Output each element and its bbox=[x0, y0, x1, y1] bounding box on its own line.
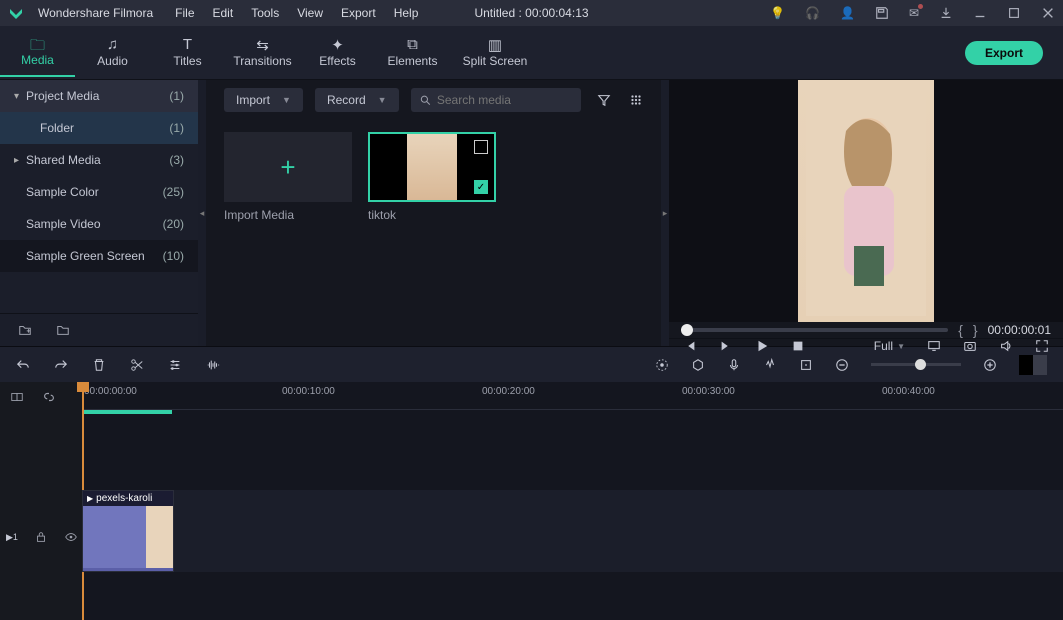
sidebar-item-sample-video[interactable]: Sample Video(20) bbox=[0, 208, 198, 240]
sidebar-item-project-media[interactable]: ▾Project Media(1) bbox=[0, 80, 198, 112]
app-name: Wondershare Filmora bbox=[38, 6, 153, 20]
zoom-slider-handle[interactable] bbox=[915, 359, 926, 370]
play-icon[interactable] bbox=[755, 339, 769, 353]
headphones-icon[interactable]: 🎧 bbox=[805, 6, 820, 20]
menu-file[interactable]: File bbox=[175, 6, 194, 20]
media-tile-tiktok[interactable]: ✓ tiktok bbox=[368, 132, 496, 222]
preview-viewport bbox=[669, 80, 1063, 322]
marker-icon[interactable] bbox=[691, 358, 705, 372]
document-title: Untitled : 00:00:04:13 bbox=[474, 6, 588, 20]
undo-icon[interactable] bbox=[16, 358, 30, 372]
match-icon[interactable] bbox=[10, 390, 24, 404]
next-frame-icon[interactable] bbox=[719, 339, 733, 353]
filmstrip-icon bbox=[474, 140, 488, 154]
tab-transitions[interactable]: ⇆Transitions bbox=[225, 30, 300, 76]
stop-icon[interactable] bbox=[791, 339, 805, 353]
zoom-in-icon[interactable] bbox=[983, 358, 997, 372]
menu-export[interactable]: Export bbox=[341, 6, 376, 20]
search-input[interactable] bbox=[411, 88, 581, 112]
panel-collapse-left[interactable]: ◂ bbox=[198, 80, 206, 346]
prev-frame-icon[interactable] bbox=[683, 339, 697, 353]
track-play-icon[interactable]: ▶1 bbox=[6, 532, 18, 543]
mark-out-icon[interactable]: } bbox=[973, 322, 978, 338]
plus-icon: + bbox=[280, 152, 295, 183]
redo-icon[interactable] bbox=[54, 358, 68, 372]
tab-effects[interactable]: ✦Effects bbox=[300, 30, 375, 76]
render-bar bbox=[82, 410, 172, 414]
menu-help[interactable]: Help bbox=[394, 6, 419, 20]
display-icon[interactable] bbox=[927, 339, 941, 353]
new-folder-icon[interactable] bbox=[18, 323, 32, 337]
search-icon bbox=[419, 93, 431, 107]
adjust-icon[interactable] bbox=[168, 358, 182, 372]
audio-wave-icon[interactable] bbox=[206, 358, 220, 372]
record-dropdown[interactable]: Record▼ bbox=[315, 88, 399, 112]
scrubber[interactable] bbox=[681, 328, 948, 332]
menu-tools[interactable]: Tools bbox=[251, 6, 279, 20]
mark-in-icon[interactable]: { bbox=[958, 322, 963, 338]
zoom-out-icon[interactable] bbox=[835, 358, 849, 372]
fullscreen-icon[interactable] bbox=[1035, 339, 1049, 353]
delete-icon[interactable] bbox=[92, 358, 106, 372]
sidebar-item-sample-green[interactable]: Sample Green Screen(10) bbox=[0, 240, 198, 272]
download-icon[interactable] bbox=[939, 6, 953, 20]
save-icon[interactable] bbox=[875, 6, 889, 20]
view-toggle[interactable] bbox=[1019, 355, 1047, 375]
clip-play-icon: ▶ bbox=[87, 494, 93, 503]
timeline-ruler[interactable]: 00:00:00:00 00:00:10:00 00:00:20:00 00:0… bbox=[82, 382, 1063, 410]
mail-icon[interactable]: ✉ bbox=[909, 6, 919, 20]
snapshot-icon[interactable] bbox=[963, 339, 977, 353]
maximize-icon[interactable] bbox=[1007, 6, 1021, 20]
tab-elements[interactable]: ⧉Elements bbox=[375, 30, 450, 76]
tab-audio[interactable]: ♫Audio bbox=[75, 30, 150, 76]
check-icon: ✓ bbox=[474, 180, 488, 194]
sidebar-item-shared-media[interactable]: ▸Shared Media(3) bbox=[0, 144, 198, 176]
video-track[interactable]: ▶pexels-karoli bbox=[82, 490, 1063, 572]
tab-split-screen[interactable]: ▥Split Screen bbox=[450, 30, 540, 76]
render-icon[interactable] bbox=[655, 358, 669, 372]
grid-view-icon[interactable] bbox=[629, 93, 643, 107]
crop-icon[interactable] bbox=[799, 358, 813, 372]
voiceover-icon[interactable] bbox=[727, 358, 741, 372]
lock-icon[interactable] bbox=[34, 530, 48, 544]
preview-image bbox=[806, 86, 926, 316]
app-logo bbox=[8, 5, 24, 21]
menu-edit[interactable]: Edit bbox=[213, 6, 234, 20]
quality-dropdown[interactable]: Full▼ bbox=[874, 339, 905, 353]
filter-icon[interactable] bbox=[597, 93, 611, 107]
account-icon[interactable]: 👤 bbox=[840, 6, 855, 20]
zoom-slider[interactable] bbox=[871, 363, 961, 366]
eye-icon[interactable] bbox=[64, 530, 78, 544]
split-icon[interactable] bbox=[130, 358, 144, 372]
minimize-icon[interactable] bbox=[973, 6, 987, 20]
tab-media[interactable]: 🗀Media bbox=[0, 29, 75, 77]
close-icon[interactable] bbox=[1041, 6, 1055, 20]
tab-titles[interactable]: TTitles bbox=[150, 30, 225, 76]
import-dropdown[interactable]: Import▼ bbox=[224, 88, 303, 112]
media-tile-import[interactable]: + Import Media bbox=[224, 132, 352, 222]
export-button[interactable]: Export bbox=[965, 41, 1043, 65]
timecode: 00:00:00:01 bbox=[988, 323, 1051, 337]
mixer-icon[interactable] bbox=[763, 358, 777, 372]
sidebar-item-folder[interactable]: Folder(1) bbox=[0, 112, 198, 144]
link-icon[interactable] bbox=[42, 390, 56, 404]
volume-icon[interactable] bbox=[999, 339, 1013, 353]
sidebar-item-sample-color[interactable]: Sample Color(25) bbox=[0, 176, 198, 208]
folder-icon[interactable] bbox=[56, 323, 70, 337]
timeline-clip[interactable]: ▶pexels-karoli bbox=[82, 490, 174, 572]
scrubber-handle[interactable] bbox=[681, 324, 693, 336]
panel-collapse-right[interactable]: ▸ bbox=[661, 80, 669, 346]
menu-view[interactable]: View bbox=[297, 6, 323, 20]
lightbulb-icon[interactable]: 💡 bbox=[770, 6, 785, 20]
